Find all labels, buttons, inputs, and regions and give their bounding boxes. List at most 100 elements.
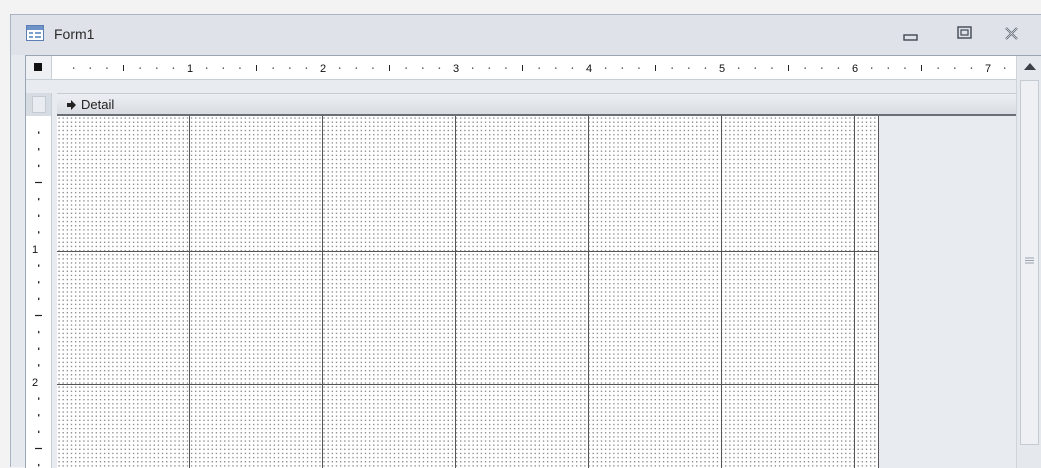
- ruler-dot: [638, 67, 640, 69]
- ruler-dot: [38, 347, 40, 350]
- ruler-dot: [671, 67, 673, 69]
- vertical-ruler-marks: 12: [32, 131, 42, 467]
- ruler-number: 5: [719, 63, 725, 75]
- ruler-dot: [754, 67, 756, 69]
- ruler-dot: [837, 67, 840, 69]
- ruler-dot: [688, 67, 690, 69]
- ruler-dot: [239, 67, 241, 69]
- ruler-dot: [272, 67, 274, 69]
- section-label: Detail: [81, 97, 115, 112]
- ruler-dot: [38, 164, 40, 168]
- ruler-dot: [355, 67, 357, 69]
- ruler-number: 7: [985, 63, 991, 75]
- form-window: Form1 1234567 Detail 1 2: [10, 14, 1041, 468]
- ruler-dot: [904, 67, 906, 69]
- ruler-dot: [38, 414, 40, 417]
- grid-line-vertical: [322, 116, 323, 468]
- ruler-number: 1: [32, 244, 38, 256]
- ruler-dot: [821, 67, 823, 69]
- ruler-dot: [605, 67, 607, 69]
- ruler-dot: [422, 67, 424, 69]
- scroll-grip-icon: [1025, 257, 1034, 264]
- ruler-dot: [38, 281, 40, 284]
- minimize-icon: [903, 34, 918, 41]
- ruler-dot: [887, 67, 889, 69]
- ruler-dot: [472, 67, 474, 69]
- grid-line-vertical: [721, 116, 722, 468]
- title-bar[interactable]: Form1: [11, 15, 1041, 55]
- minimize-button[interactable]: [898, 23, 924, 45]
- ruler-dot: [738, 67, 740, 69]
- ruler-number: 2: [320, 63, 326, 75]
- scrollbar-thumb[interactable]: [1020, 80, 1039, 445]
- ruler-dot: [372, 67, 374, 69]
- ruler-gap: [52, 80, 1016, 93]
- detail-section-header[interactable]: Detail: [57, 93, 1016, 116]
- design-canvas-background: [879, 116, 1016, 468]
- ruler-dot: [38, 231, 40, 234]
- grid-line-vertical: [588, 116, 589, 468]
- ruler-dot: [38, 214, 40, 217]
- ruler-dot: [339, 67, 341, 69]
- ruler-dot: [222, 67, 224, 69]
- ruler-dot: [538, 67, 540, 69]
- ruler-number: 4: [586, 63, 592, 75]
- ruler-dot: [139, 67, 141, 69]
- ruler-dot: [970, 67, 973, 69]
- ruler-dot: [38, 148, 40, 151]
- ruler-dot: [405, 67, 407, 69]
- ruler-dot: [73, 67, 75, 69]
- close-button[interactable]: [999, 23, 1025, 45]
- maximize-icon: [957, 26, 972, 39]
- ruler-dot: [38, 463, 40, 467]
- vertical-scrollbar[interactable]: [1016, 56, 1041, 468]
- ruler-dot: [38, 197, 40, 201]
- ruler-dot: [89, 67, 91, 69]
- vertical-ruler[interactable]: 12: [26, 116, 52, 468]
- grid-line-vertical: [854, 116, 855, 468]
- ruler-dot: [488, 67, 490, 69]
- ruler-number: 3: [453, 63, 459, 75]
- ruler-dot: [771, 67, 773, 69]
- close-icon: [1005, 27, 1018, 40]
- maximize-button[interactable]: [952, 23, 978, 45]
- horizontal-ruler[interactable]: 1 2 3 4 5 6 7: [52, 56, 1016, 80]
- ruler-dot: [172, 67, 175, 69]
- ruler-dot: [937, 67, 939, 69]
- horizontal-ruler-marks: 1 2 3 4 5 6 7: [73, 63, 1006, 75]
- ruler-dot: [38, 330, 40, 334]
- ruler-number: 2: [32, 377, 38, 389]
- grid-line-vertical: [189, 116, 190, 468]
- ruler-dot: [555, 67, 557, 69]
- form-design-area: 1234567 Detail 12: [25, 55, 1041, 468]
- section-selector[interactable]: [26, 93, 52, 116]
- ruler-number: 6: [852, 63, 858, 75]
- ruler-dot: [289, 67, 291, 69]
- ruler-dot: [38, 297, 40, 301]
- ruler-dot: [954, 67, 956, 69]
- ruler-dot: [438, 67, 441, 69]
- ruler-dot: [704, 67, 707, 69]
- ruler-dot: [156, 67, 158, 69]
- ruler-dot: [106, 67, 108, 69]
- ruler-dot: [38, 397, 40, 400]
- grid-line-horizontal: [57, 251, 879, 252]
- ruler-dot: [38, 131, 40, 134]
- window-title: Form1: [54, 26, 95, 42]
- ruler-dot: [305, 67, 308, 69]
- ruler-dot: [38, 264, 40, 267]
- ruler-dot: [571, 67, 574, 69]
- ruler-dot: [871, 67, 873, 69]
- ruler-dot: [505, 67, 507, 69]
- ruler-number: 1: [187, 63, 193, 75]
- ruler-dot: [804, 67, 806, 69]
- ruler-dot: [38, 364, 40, 367]
- section-arrow-icon: [67, 100, 76, 110]
- form-selector[interactable]: [26, 56, 52, 80]
- grid-line-horizontal: [57, 384, 879, 385]
- design-grid[interactable]: [57, 116, 879, 468]
- ruler-dot: [1004, 67, 1006, 69]
- form-icon: [26, 25, 44, 41]
- grid-line-vertical: [455, 116, 456, 468]
- scroll-up-icon[interactable]: [1021, 59, 1039, 75]
